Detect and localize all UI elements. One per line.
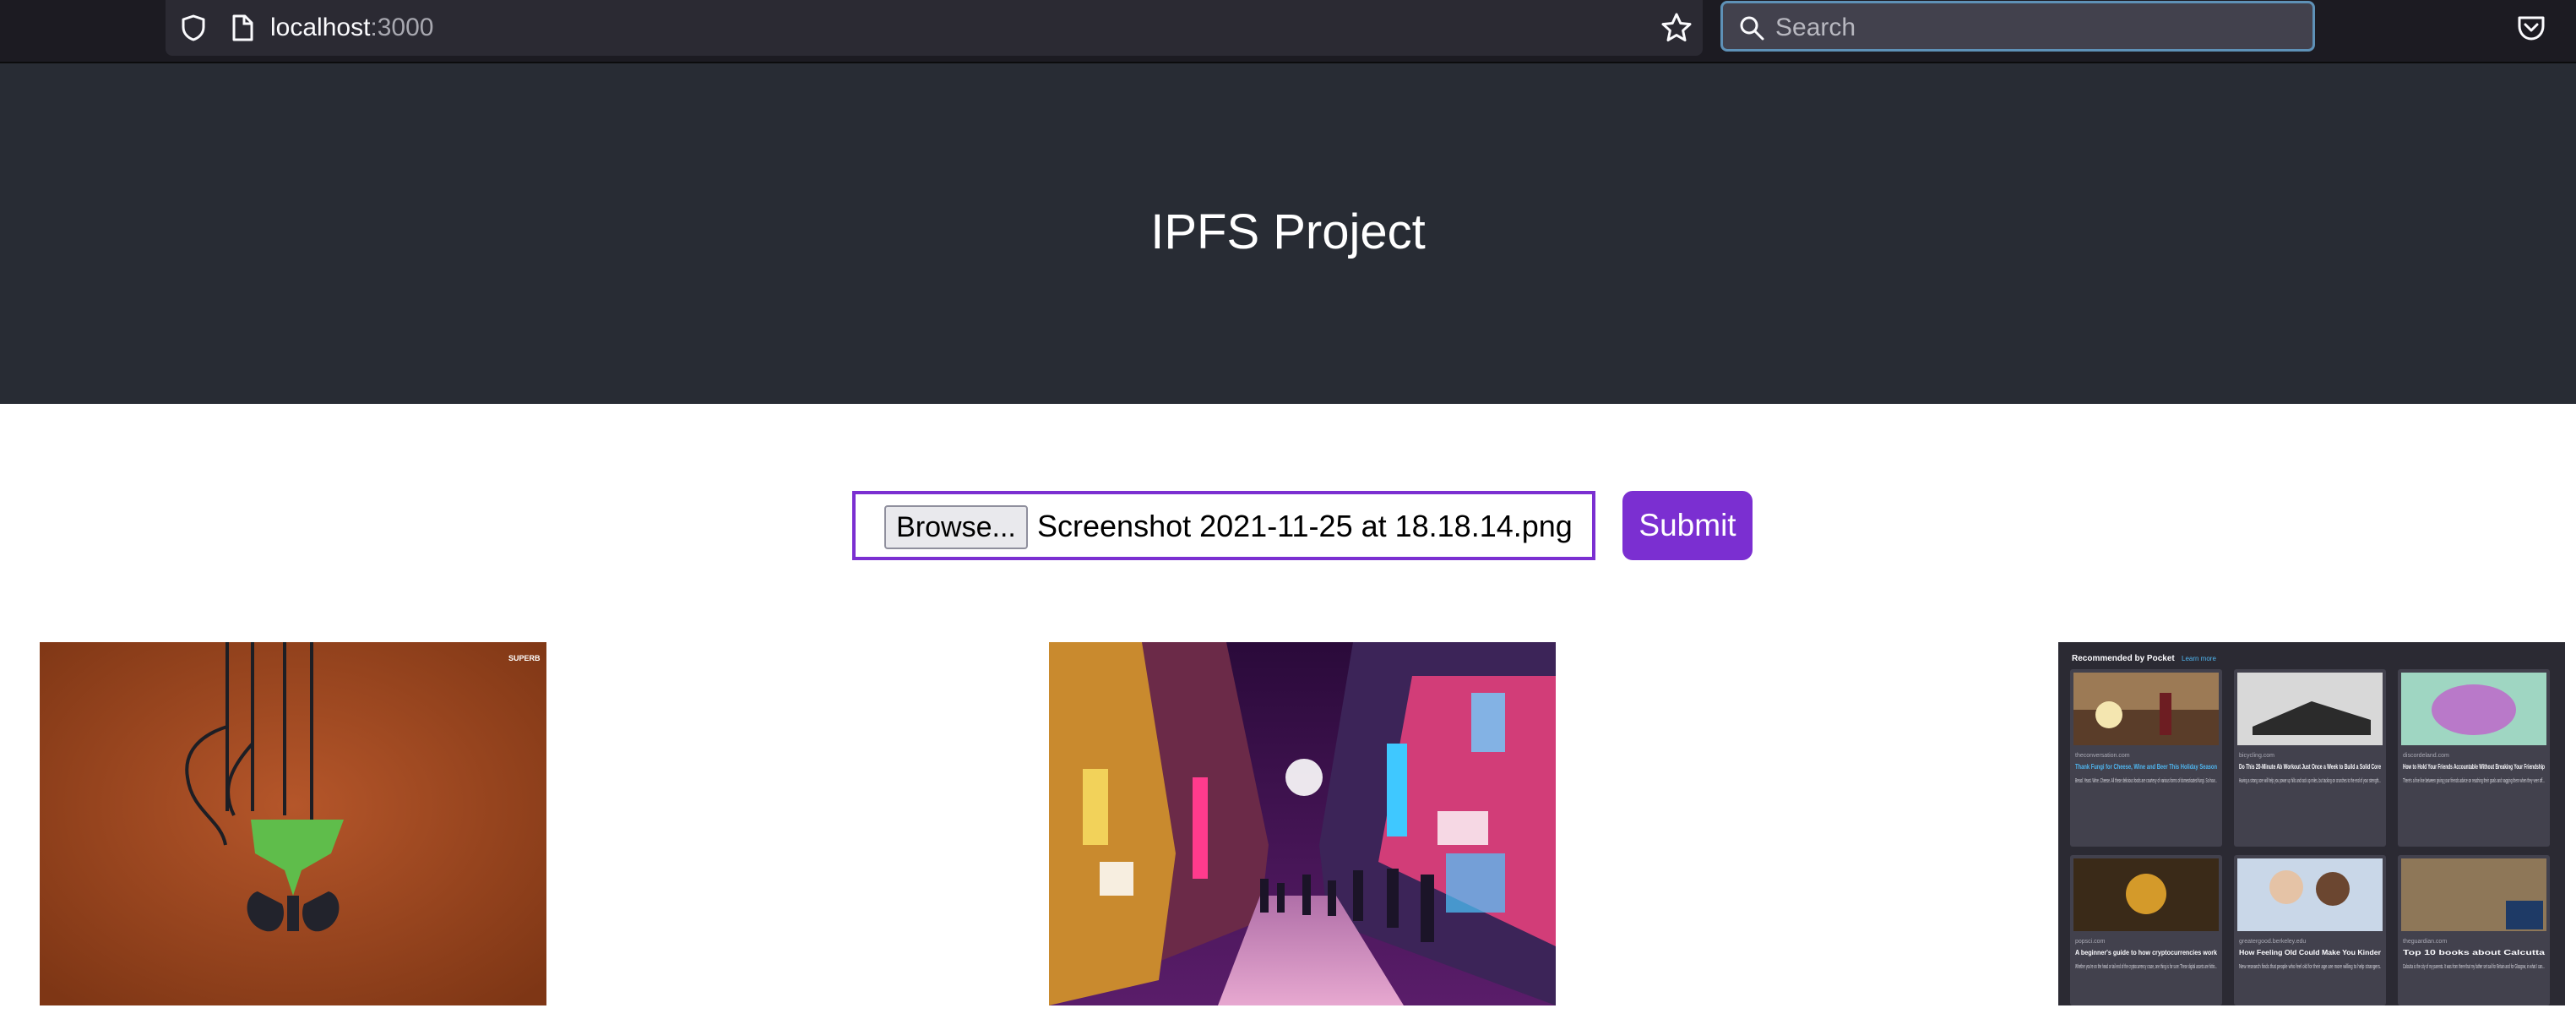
card2-source: bicycling.com: [2239, 753, 2274, 759]
shield-icon[interactable]: [179, 14, 208, 42]
submit-button[interactable]: Submit: [1622, 491, 1753, 560]
selected-file-name: Screenshot 2021-11-25 at 18.18.14.png: [1037, 509, 1573, 543]
card2-excerpt: Having a strong core will help you power…: [2239, 778, 2381, 784]
card4-excerpt: Whether you're on the head or tail end o…: [2075, 964, 2217, 970]
card4-source: popsci.com: [2075, 939, 2106, 945]
card3-title: How to Hold Your Friends Accountable Wit…: [2403, 762, 2545, 771]
url-text[interactable]: localhost:3000: [270, 12, 433, 44]
uploaded-image-3: Recommended by Pocket Learn more theconv…: [2058, 642, 2565, 1005]
card5-excerpt: New research finds that people who feel …: [2239, 964, 2381, 970]
url-host: localhost: [270, 14, 371, 41]
card6-excerpt: Calcutta is the city of my parents. It w…: [2403, 964, 2545, 970]
card1-title: Thank Fungi for Cheese, Wine and Beer Th…: [2075, 762, 2217, 771]
uploaded-image-2: [1049, 642, 1556, 1005]
card1-source: theconversation.com: [2075, 753, 2130, 759]
image1-watermark: SUPERB: [508, 654, 541, 662]
card5-source: greatergood.berkeley.edu: [2239, 939, 2306, 945]
star-icon[interactable]: [1660, 12, 1693, 44]
pocket-learn-more: Learn more: [2182, 655, 2216, 662]
uploaded-image-1: SUPERB: [40, 642, 546, 1005]
search-placeholder: Search: [1775, 14, 1856, 41]
url-port: :3000: [370, 14, 434, 41]
card1-excerpt: Bread. Yeast. Wine. Cheese. All these de…: [2075, 778, 2217, 784]
browse-button[interactable]: Browse...: [884, 505, 1028, 549]
file-input[interactable]: Browse... Screenshot 2021-11-25 at 18.18…: [852, 491, 1595, 560]
app-header: IPFS Project: [0, 63, 2576, 404]
browser-toolbar: localhost:3000 Search: [0, 0, 2576, 63]
card3-source: discordeland.com: [2403, 753, 2449, 759]
pocket-header: Recommended by Pocket: [2072, 654, 2175, 663]
card3-excerpt: There's a fine line between giving your …: [2403, 778, 2545, 784]
card6-source: theguardian.com: [2403, 939, 2447, 945]
search-icon: [1740, 16, 1764, 41]
page-icon: [232, 14, 253, 41]
card5-title: How Feeling Old Could Make You Kinder: [2239, 948, 2382, 956]
page-title: IPFS Project: [1150, 204, 1426, 259]
pocket-icon[interactable]: [2515, 12, 2547, 44]
card2-title: Do This 20-Minute Ab Workout Just Once a…: [2239, 762, 2381, 771]
search-field[interactable]: Search: [1720, 1, 2315, 52]
card4-title: A beginner's guide to how cryptocurrenci…: [2075, 948, 2217, 956]
card6-title: Top 10 books about Calcutta: [2403, 948, 2545, 956]
